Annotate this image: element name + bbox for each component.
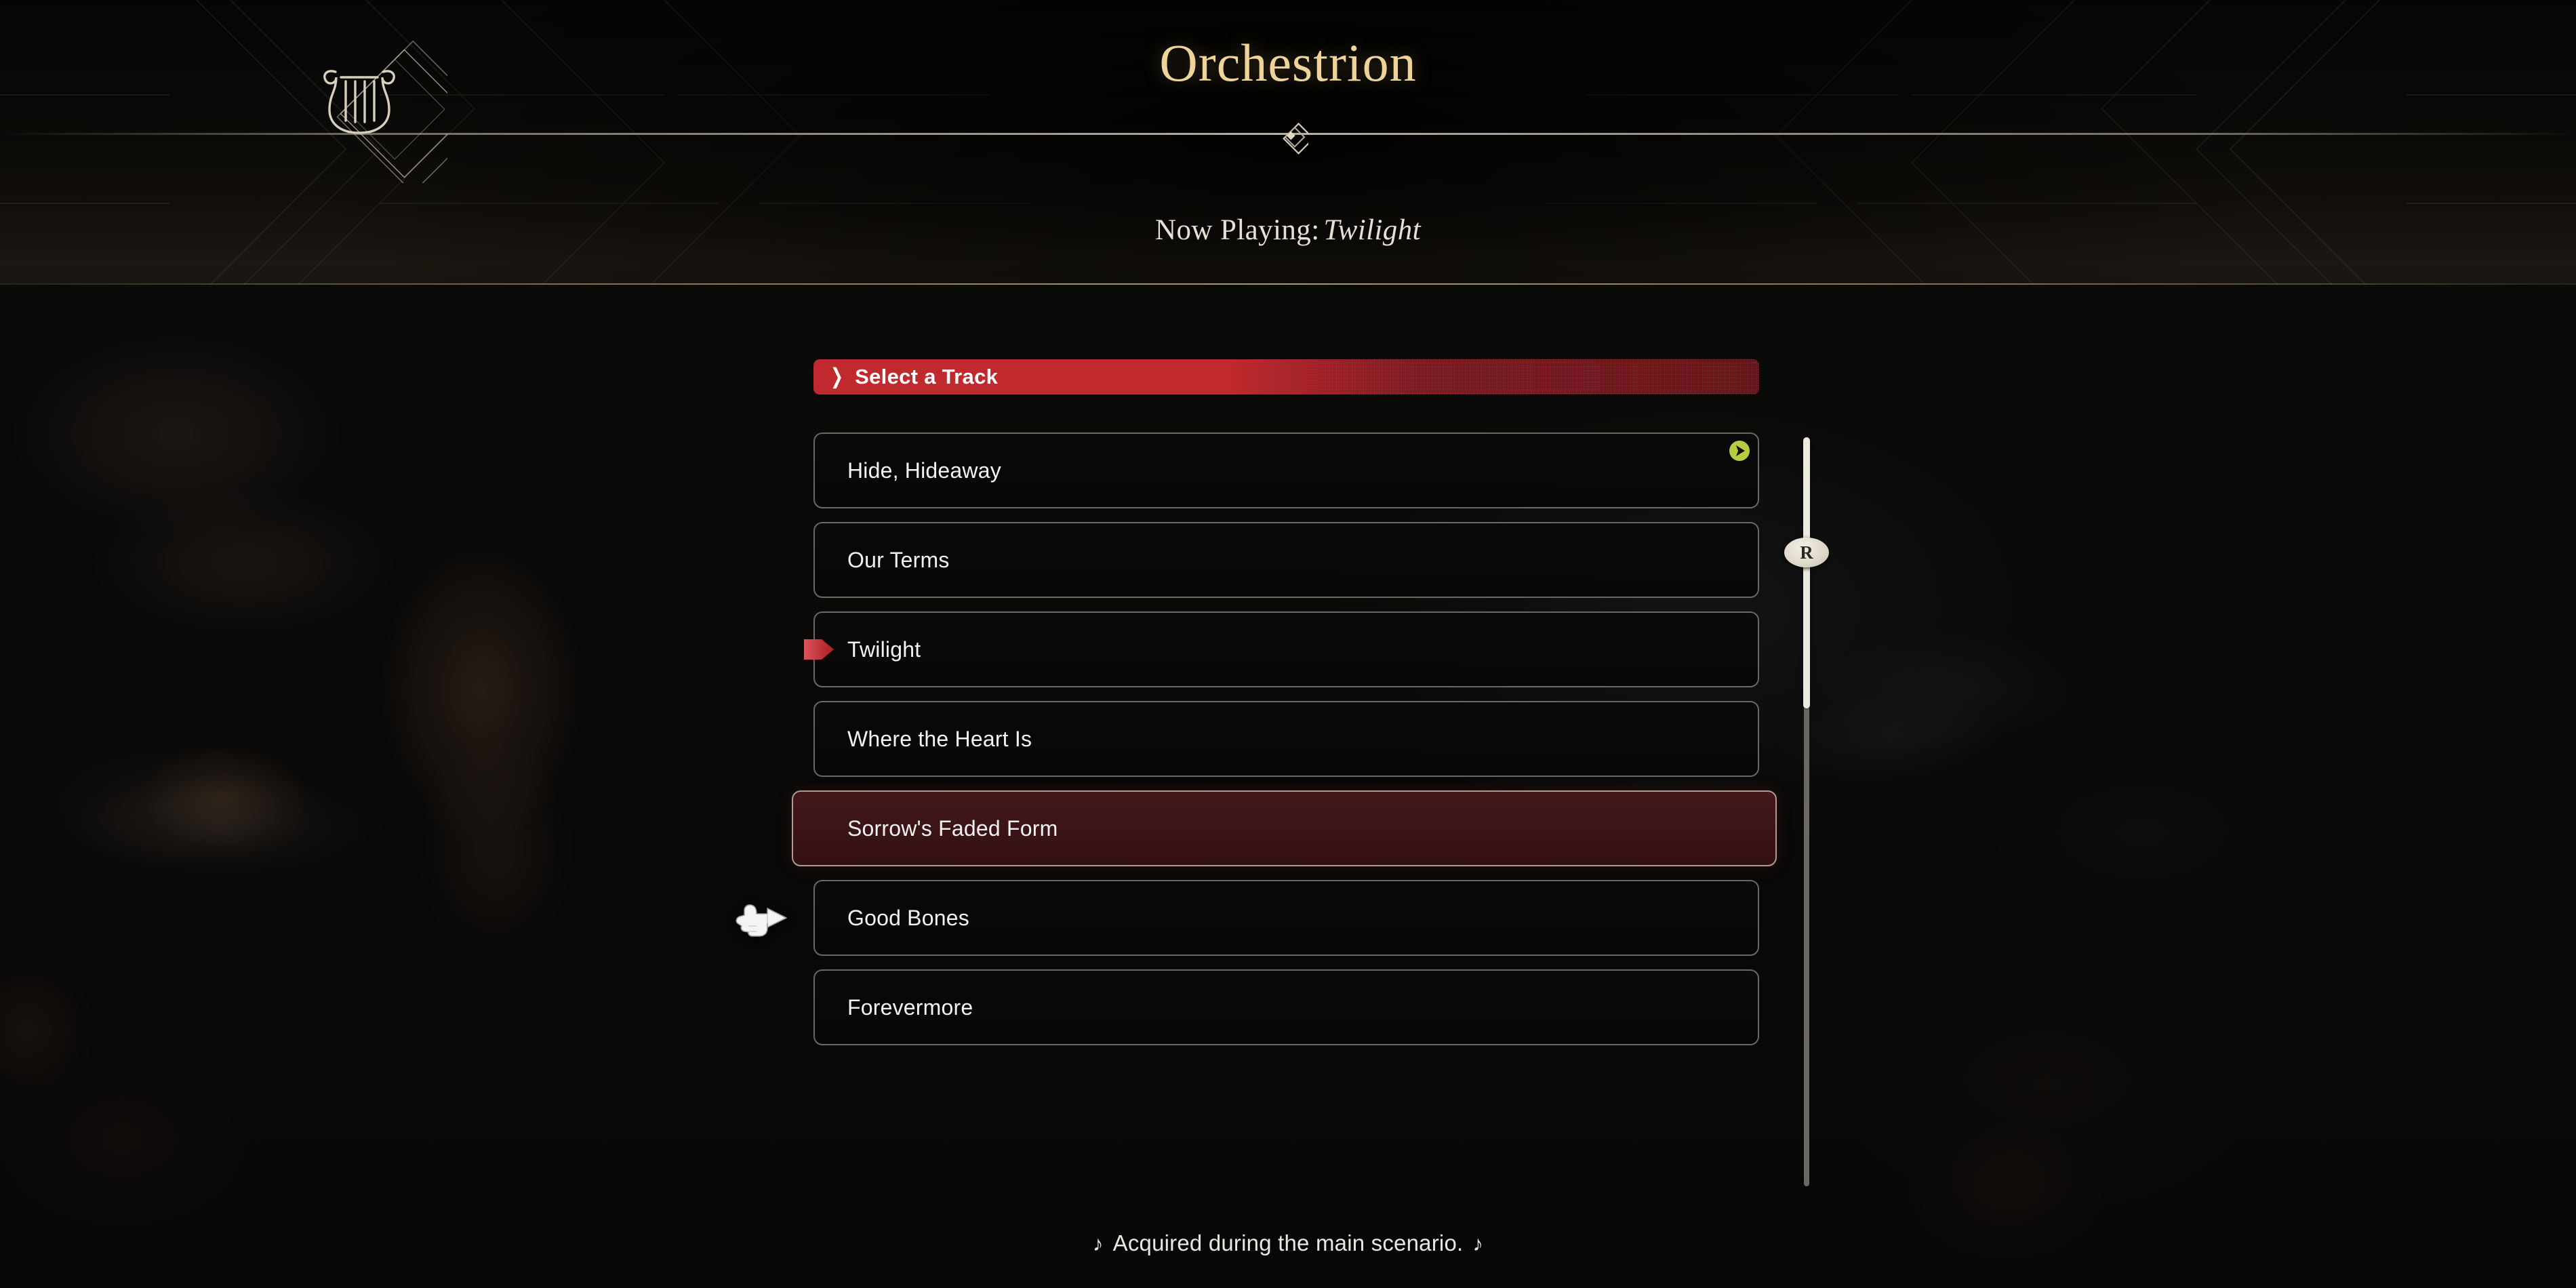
select-a-track-header: ❯ Select a Track <box>813 359 1759 395</box>
track-label: Good Bones <box>847 905 969 930</box>
content-top-rule <box>0 283 2576 285</box>
track-label: Sorrow's Faded Form <box>847 816 1058 841</box>
track-row[interactable]: Our Terms <box>813 522 1759 598</box>
track-row[interactable]: Good Bones <box>813 880 1759 956</box>
now-playing-label: Now Playing: <box>1155 214 1320 246</box>
track-row[interactable]: Twilight <box>804 611 1759 687</box>
track-label: Forevermore <box>847 994 973 1020</box>
section-title: Select a Track <box>855 365 999 388</box>
footer-message: Acquired during the main scenario. <box>1112 1230 1464 1255</box>
music-note-icon-left: ♪ <box>1092 1232 1104 1255</box>
now-playing-status: Now Playing: Twilight <box>0 214 2576 247</box>
play-icon[interactable] <box>1728 439 1751 462</box>
now-playing-track: Twilight <box>1323 214 1421 246</box>
scrollbar-button-label: R <box>1800 542 1813 563</box>
page-title: Orchestrion <box>1159 33 1417 92</box>
track-row[interactable]: Forevermore <box>813 969 1759 1045</box>
track-label: Our Terms <box>847 547 950 572</box>
music-note-icon-right: ♪ <box>1472 1232 1484 1255</box>
track-list-scrollbar[interactable]: R <box>1784 437 1829 1186</box>
scrollbar-thumb[interactable] <box>1803 437 1810 708</box>
track-list[interactable]: Hide, Hideaway Our Terms Twilight Where the… <box>792 432 1777 1185</box>
track-row[interactable]: Where the Heart Is <box>813 701 1759 777</box>
pointing-hand-cursor <box>733 891 790 945</box>
track-row[interactable]: Sorrow's Faded Form <box>792 790 1777 866</box>
footer-hint: ♪ Acquired during the main scenario. ♪ <box>0 1230 2576 1256</box>
track-row[interactable]: Hide, Hideaway <box>813 432 1759 508</box>
track-label: Hide, Hideaway <box>847 458 1001 483</box>
track-label: Where the Heart Is <box>847 726 1032 751</box>
chevron-right-icon: ❯ <box>830 365 843 388</box>
scrollbar-r-button[interactable]: R <box>1784 538 1829 567</box>
now-playing-marker-icon <box>804 637 834 662</box>
diamond-ornament-icon <box>1268 114 1308 155</box>
